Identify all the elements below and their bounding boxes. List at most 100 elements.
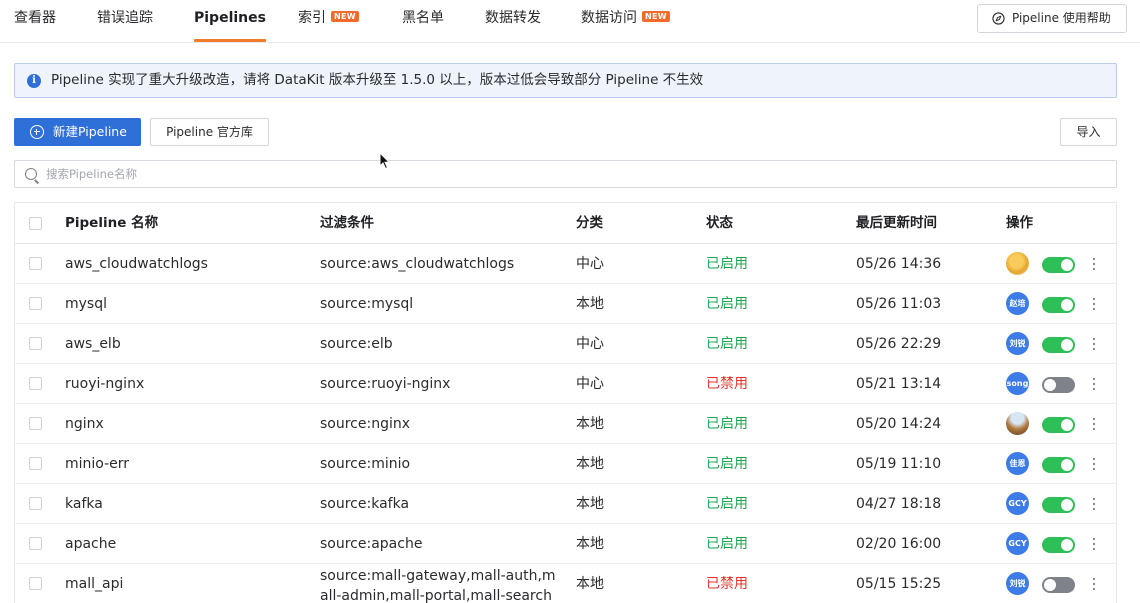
pipeline-name[interactable]: minio-err (65, 444, 129, 484)
compass-icon (992, 12, 1005, 25)
search-icon (25, 168, 37, 180)
official-library-button[interactable]: Pipeline 官方库 (150, 118, 269, 146)
mouse-cursor-icon (379, 152, 391, 170)
avatar-initials: GCY (1008, 539, 1027, 548)
filter-condition: source:mysql (320, 296, 414, 312)
table-row[interactable]: mysql source:mysql 本地 已启用 05/26 11:03 赵培 (15, 284, 1116, 324)
tab-label: 数据访问 (581, 10, 637, 26)
notice-text: Pipeline 实现了重大升级改造，请将 DataKit 版本升级至 1.5.… (51, 72, 704, 88)
tab-pipelines[interactable]: Pipelines (194, 0, 266, 43)
filter-condition: source:mall-gateway,mall-auth,mall-admin… (320, 568, 556, 603)
status-text: 已启用 (706, 256, 748, 272)
row-checkbox[interactable] (29, 537, 42, 550)
select-all-checkbox[interactable] (29, 217, 42, 230)
avatar-initials: song (1006, 379, 1029, 388)
enable-toggle[interactable] (1042, 457, 1075, 473)
import-button[interactable]: 导入 (1060, 118, 1117, 146)
tab-blacklist[interactable]: 黑名单 (402, 0, 444, 43)
enable-toggle[interactable] (1042, 257, 1075, 273)
pipeline-name[interactable]: mysql (65, 284, 107, 324)
tab-label: 查看器 (14, 10, 56, 26)
row-checkbox[interactable] (29, 457, 42, 470)
pipeline-name[interactable]: nginx (65, 404, 104, 444)
enable-toggle[interactable] (1042, 577, 1075, 593)
more-vertical-icon[interactable] (1090, 576, 1098, 592)
pipeline-name[interactable]: apache (65, 524, 116, 564)
status-text: 已启用 (706, 416, 748, 432)
status-text: 已禁用 (706, 576, 748, 592)
more-vertical-icon[interactable] (1090, 296, 1098, 312)
info-icon: i (27, 74, 41, 88)
updated-time: 05/26 14:36 (856, 256, 942, 272)
avatar-initials: 赵培 (1009, 299, 1026, 308)
pipeline-name[interactable]: kafka (65, 484, 103, 524)
pipeline-name[interactable]: aws_elb (65, 324, 121, 364)
tab-error-tracking[interactable]: 错误追踪 (97, 0, 153, 43)
library-label: Pipeline 官方库 (166, 125, 253, 139)
row-checkbox[interactable] (29, 417, 42, 430)
enable-toggle[interactable] (1042, 337, 1075, 353)
more-vertical-icon[interactable] (1090, 456, 1098, 472)
avatar-initials: 佳恩 (1009, 459, 1026, 468)
tab-label: 错误追踪 (97, 10, 153, 26)
pipeline-name[interactable]: ruoyi-nginx (65, 364, 144, 404)
tab-viewer[interactable]: 查看器 (14, 0, 56, 43)
updated-time: 05/26 22:29 (856, 336, 942, 352)
table-row[interactable]: ruoyi-nginx source:ruoyi-nginx 中心 已禁用 05/21 … (15, 364, 1116, 404)
row-checkbox[interactable] (29, 577, 42, 590)
row-checkbox[interactable] (29, 497, 42, 510)
category: 本地 (576, 456, 604, 472)
status-text: 已启用 (706, 456, 748, 472)
tab-index[interactable]: 索引 NEW (298, 0, 359, 43)
table-row[interactable]: aws_cloudwatchlogs source:aws_cloudwatchl… (15, 244, 1116, 284)
import-label: 导入 (1076, 125, 1101, 139)
more-vertical-icon[interactable] (1090, 496, 1098, 512)
table-row[interactable]: aws_elb source:elb 中心 已启用 05/26 22:29 刘锐 (15, 324, 1116, 364)
new-pipeline-label: 新建Pipeline (53, 124, 127, 139)
avatar (1006, 252, 1029, 275)
filter-condition: source:kafka (320, 496, 410, 512)
enable-toggle[interactable] (1042, 497, 1075, 513)
status-text: 已禁用 (706, 376, 748, 392)
table-row[interactable]: nginx source:nginx 本地 已启用 05/20 14:24 (15, 404, 1116, 444)
category: 本地 (576, 576, 604, 592)
updated-time: 05/15 15:25 (856, 576, 942, 592)
enable-toggle[interactable] (1042, 417, 1075, 433)
filter-condition: source:aws_cloudwatchlogs (320, 256, 515, 272)
row-checkbox[interactable] (29, 377, 42, 390)
row-checkbox[interactable] (29, 297, 42, 310)
category: 本地 (576, 296, 604, 312)
avatar-initials: GCY (1008, 499, 1027, 508)
avatar: 佳恩 (1006, 452, 1029, 475)
enable-toggle[interactable] (1042, 377, 1075, 393)
more-vertical-icon[interactable] (1090, 376, 1098, 392)
pipeline-name[interactable]: aws_cloudwatchlogs (65, 244, 208, 284)
tab-label: Pipelines (194, 10, 266, 26)
plus-circle-icon (30, 125, 44, 139)
enable-toggle[interactable] (1042, 537, 1075, 553)
table-row[interactable]: minio-err source:minio 本地 已启用 05/19 11:10 佳恩 (15, 444, 1116, 484)
table-row[interactable]: kafka source:kafka 本地 已启用 04/27 18:18 GCY (15, 484, 1116, 524)
avatar-initials: 刘锐 (1009, 579, 1026, 588)
table-row[interactable]: apache source:apache 本地 已启用 02/20 16:00 GCY (15, 524, 1116, 564)
row-checkbox[interactable] (29, 257, 42, 270)
enable-toggle[interactable] (1042, 297, 1075, 313)
search-input[interactable] (46, 161, 1106, 187)
row-checkbox[interactable] (29, 337, 42, 350)
pipeline-help-button[interactable]: Pipeline 使用帮助 (977, 4, 1127, 33)
table-row[interactable]: mall_api source:mall-gateway,mall-auth,ma… (15, 564, 1116, 603)
more-vertical-icon[interactable] (1090, 256, 1098, 272)
more-vertical-icon[interactable] (1090, 336, 1098, 352)
upgrade-notice: i Pipeline 实现了重大升级改造，请将 DataKit 版本升级至 1.… (14, 63, 1117, 98)
category: 中心 (576, 256, 604, 272)
header-category: 分类 (576, 215, 603, 231)
filter-condition: source:nginx (320, 416, 411, 432)
new-pipeline-button[interactable]: 新建Pipeline (14, 118, 141, 146)
top-nav: 查看器 错误追踪 Pipelines 索引 NEW 黑名单 数据转发 数据访问 NE… (0, 0, 1140, 43)
more-vertical-icon[interactable] (1090, 536, 1098, 552)
pipeline-name[interactable]: mall_api (65, 564, 123, 603)
category: 本地 (576, 496, 604, 512)
tab-data-forwarding[interactable]: 数据转发 (485, 0, 541, 43)
more-vertical-icon[interactable] (1090, 416, 1098, 432)
tab-data-access[interactable]: 数据访问 NEW (581, 0, 670, 43)
